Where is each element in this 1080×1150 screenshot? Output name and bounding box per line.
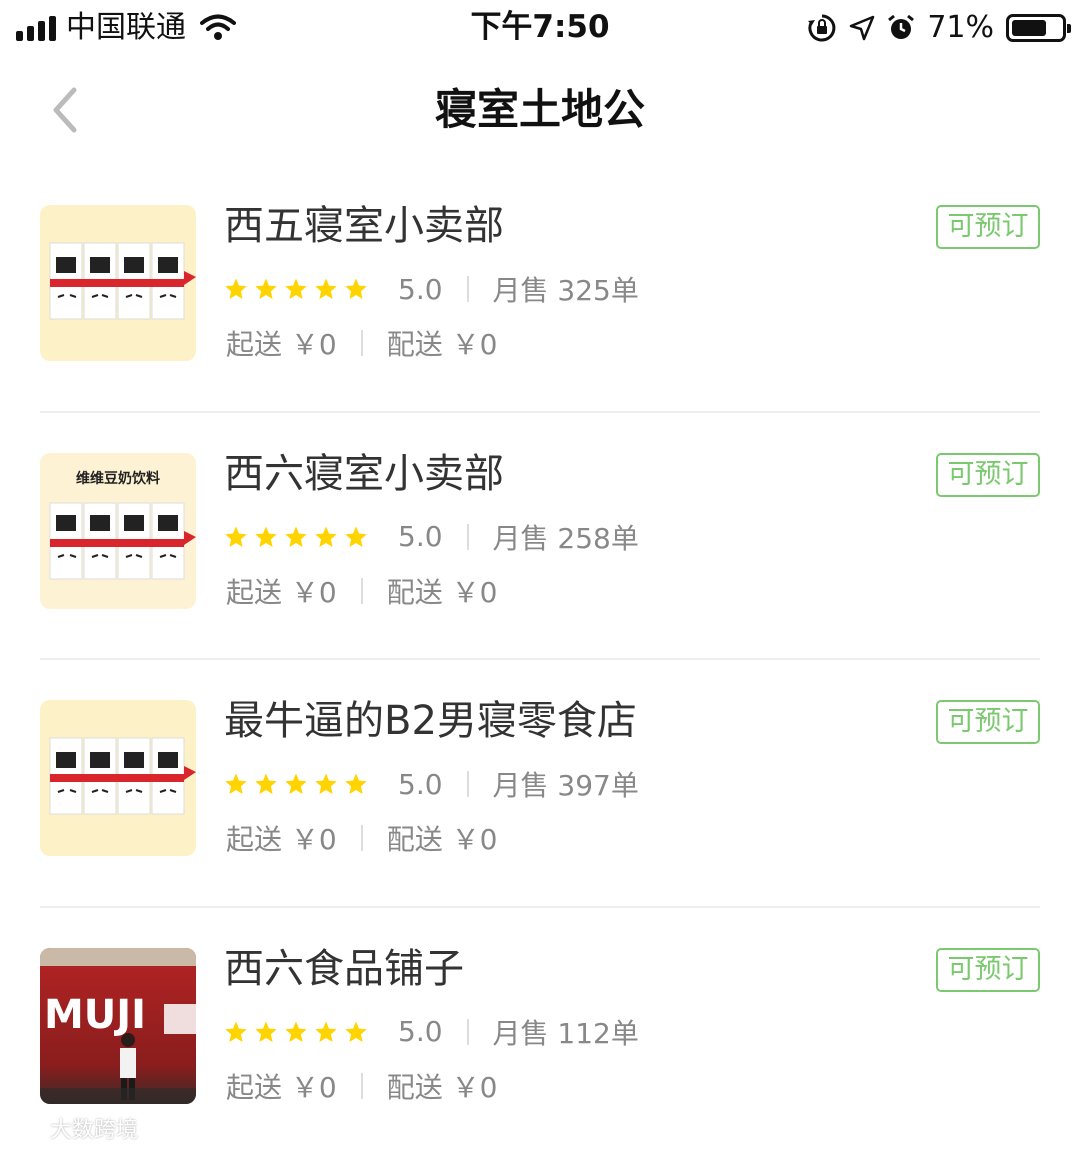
star-icon [315,278,337,299]
star-icon [285,773,307,794]
shop-thumbnail [40,700,196,856]
fee-row: 起送 ￥0 配送 ￥0 [226,323,497,363]
star-icon [225,526,247,547]
watermark-logo-icon [8,1118,42,1138]
bookable-badge[interactable]: 可预订 [936,205,1040,249]
divider [360,330,363,356]
rating-score: 5.0 [398,1015,443,1048]
divider [466,523,469,550]
shop-name: 西五寝室小卖部 [224,203,504,249]
min-order: 起送 ￥0 [226,575,337,609]
shop-item[interactable]: 最牛逼的B2男寝零食店 可预订 5.0 月售 397单 起送 ￥0 配送 ￥0 [0,660,1080,908]
divider [466,276,469,302]
monthly-sales: 月售 112单 [492,1016,639,1050]
shop-thumbnail [40,205,196,361]
battery-percent: 71% [927,10,994,45]
divider [466,1018,469,1045]
shop-name: 最牛逼的B2男寝零食店 [224,698,637,744]
shop-item[interactable]: 西五寝室小卖部 可预订 5.0 月售 325单 起送 ￥0 配送 ￥0 [0,165,1080,413]
min-order: 起送 ￥0 [226,823,337,856]
delivery-fee: 配送 ￥0 [386,328,498,361]
star-icon [345,1021,367,1042]
divider [360,1072,363,1099]
shop-name: 西六食品铺子 [224,945,464,992]
star-icon [285,1021,307,1042]
rating-score: 5.0 [398,767,443,801]
star-rating [224,772,368,796]
rating-row: 5.0 月售 325单 [224,269,639,309]
alarm-icon [888,14,915,39]
monthly-sales: 月售 397单 [492,769,639,802]
star-rating [224,1020,368,1044]
battery-fill [1012,20,1047,36]
status-bar-right: 71% [807,8,1071,48]
fee-row: 起送 ￥0 配送 ￥0 [226,1066,497,1106]
nav-bar: 寝室土地公 [0,60,1080,160]
battery-icon [1006,14,1071,42]
star-icon [255,1021,277,1042]
bookable-badge[interactable]: 可预订 [936,947,1040,992]
fee-row: 起送 ￥0 配送 ￥0 [226,818,497,858]
shop-item[interactable]: 维维豆奶饮料 西六寝室小卖部 可预订 5.0 月售 258单 起送 ￥0 配送 … [0,413,1080,660]
watermark: 大数跨境 [8,1112,138,1144]
divider [360,577,363,604]
star-icon [315,526,337,547]
rating-row: 5.0 月售 112单 [224,1012,639,1052]
star-icon [255,278,277,299]
delivery-fee: 配送 ￥0 [386,575,498,609]
star-icon [285,278,307,299]
delivery-fee: 配送 ￥0 [386,1070,498,1104]
status-bar: 中国联通 下午7:50 71% [0,0,1080,56]
monthly-sales: 月售 258单 [492,521,639,555]
star-icon [225,278,247,299]
orientation-lock-icon [808,14,836,42]
rating-score: 5.0 [398,520,443,553]
shop-item[interactable]: MUJI 西六食品铺子 可预订 5.0 月售 112单 起送 ￥0 配送 ￥0 [0,908,1080,1150]
fee-row: 起送 ￥0 配送 ￥0 [226,571,497,611]
page-title: 寝室土地公 [434,85,645,134]
watermark-text: 大数跨境 [50,1118,139,1143]
min-order: 起送 ￥0 [226,328,337,361]
thumb-caption: 维维豆奶饮料 [76,470,160,487]
divider [466,771,469,797]
star-icon [315,773,337,794]
star-icon [315,1021,337,1042]
shop-thumbnail: 维维豆奶饮料 [40,452,196,609]
thumb-caption: MUJI [44,992,146,1038]
star-icon [225,1021,247,1042]
shop-name: 西六寝室小卖部 [224,450,504,497]
star-icon [255,773,277,794]
rating-row: 5.0 月售 258单 [224,517,639,557]
rating-score: 5.0 [398,272,443,306]
monthly-sales: 月售 325单 [492,274,639,307]
bookable-badge[interactable]: 可预订 [936,452,1040,497]
star-icon [345,526,367,547]
star-icon [255,526,277,547]
star-rating [224,277,368,301]
bookable-badge[interactable]: 可预订 [936,700,1040,744]
shop-list: 西五寝室小卖部 可预订 5.0 月售 325单 起送 ￥0 配送 ￥0 维维豆奶… [0,165,1080,1150]
rating-row: 5.0 月售 397单 [224,764,639,804]
location-icon [850,15,875,41]
star-icon [345,278,367,299]
star-icon [285,526,307,547]
shop-thumbnail: MUJI [40,947,196,1104]
star-icon [345,773,367,794]
star-rating [224,525,368,549]
delivery-fee: 配送 ￥0 [386,823,498,856]
divider [360,825,363,851]
min-order: 起送 ￥0 [226,1070,337,1104]
star-icon [225,773,247,794]
